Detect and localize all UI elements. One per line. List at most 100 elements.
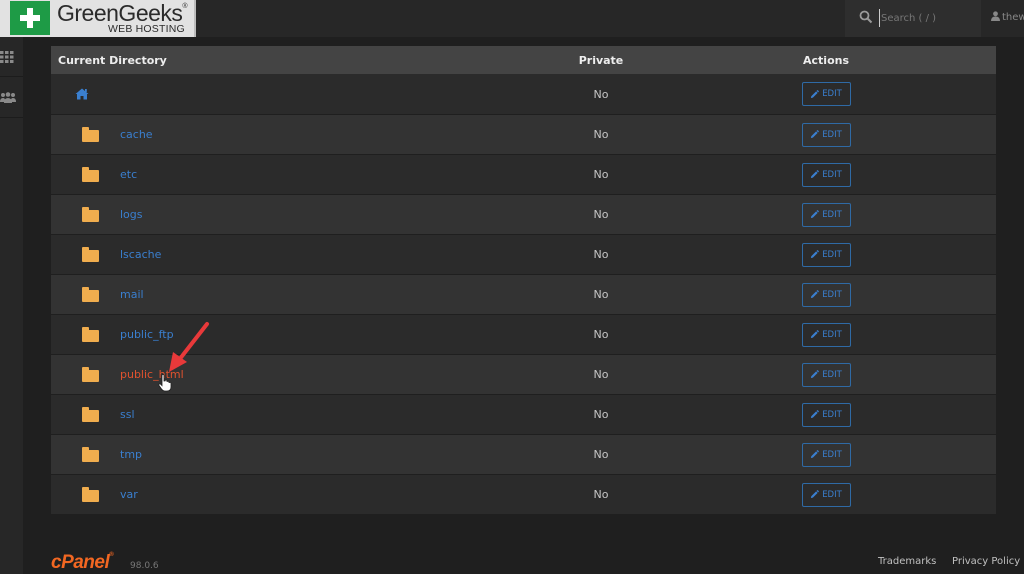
folder-icon: [82, 127, 99, 142]
table-row: tmp No EDIT: [51, 434, 996, 474]
column-header-private: Private: [578, 53, 624, 67]
table-row: public_html No EDIT: [51, 354, 996, 394]
directory-link[interactable]: etc: [120, 168, 137, 181]
edit-button[interactable]: EDIT: [801, 322, 851, 347]
directory-cell: logs: [51, 207, 546, 222]
sidebar-item-tools[interactable]: [0, 37, 23, 77]
directory-cell: public_html: [51, 367, 546, 382]
edit-button[interactable]: EDIT: [801, 242, 851, 267]
table-row: etc No EDIT: [51, 154, 996, 194]
actions-cell: EDIT: [656, 242, 996, 267]
search-box[interactable]: [845, 0, 981, 37]
search-input[interactable]: [879, 9, 975, 27]
directory-link[interactable]: public_ftp: [120, 328, 174, 341]
folder-icon: [82, 367, 99, 382]
directory-link[interactable]: public_html: [120, 368, 184, 381]
user-menu[interactable]: thew: [991, 11, 1024, 23]
private-status: No: [593, 87, 609, 101]
folder-icon: [82, 447, 99, 462]
table-row: mail No EDIT: [51, 274, 996, 314]
edit-button[interactable]: EDIT: [801, 442, 851, 467]
edit-button[interactable]: EDIT: [801, 402, 851, 427]
folder-icon: [82, 247, 99, 262]
edit-label: EDIT: [822, 289, 842, 300]
directory-cell: etc: [51, 167, 546, 182]
table-row: logs No EDIT: [51, 194, 996, 234]
folder-icon: [82, 207, 99, 222]
column-header-actions: Actions: [803, 53, 849, 67]
folder-icon: [82, 407, 99, 422]
sidebar-item-users[interactable]: [0, 78, 23, 118]
pencil-icon: [811, 290, 820, 299]
edit-button[interactable]: EDIT: [801, 362, 851, 387]
cpanel-logo: cPanel®: [51, 552, 114, 573]
directory-cell: ssl: [51, 407, 546, 422]
logo-tagline: WEB HOSTING: [108, 23, 185, 35]
edit-button[interactable]: EDIT: [801, 482, 851, 507]
directory-link[interactable]: logs: [120, 208, 143, 221]
directory-cell: [51, 88, 546, 100]
search-icon: [859, 10, 873, 24]
pencil-icon: [811, 250, 820, 259]
directory-cell: tmp: [51, 447, 546, 462]
directory-link[interactable]: mail: [120, 288, 144, 301]
trademarks-link[interactable]: Trademarks: [878, 556, 936, 567]
table-body: No EDIT cache No EDIT etc No EDIT logs N…: [51, 74, 996, 514]
table-row: lscache No EDIT: [51, 234, 996, 274]
private-status: No: [593, 248, 609, 261]
edit-label: EDIT: [822, 249, 842, 260]
edit-label: EDIT: [822, 369, 842, 380]
table-header: Current Directory Private Actions: [51, 46, 996, 74]
directory-link[interactable]: tmp: [120, 448, 142, 461]
edit-button[interactable]: EDIT: [801, 82, 851, 106]
pencil-icon: [811, 450, 820, 459]
folder-icon: [82, 167, 99, 182]
private-status: No: [593, 488, 609, 501]
edit-button[interactable]: EDIT: [801, 282, 851, 307]
pencil-icon: [811, 370, 820, 379]
table-row: No EDIT: [51, 74, 996, 114]
cpanel-version: 98.0.6: [130, 561, 159, 571]
edit-label: EDIT: [822, 449, 842, 460]
edit-button[interactable]: EDIT: [801, 122, 851, 147]
pencil-icon: [811, 210, 820, 219]
pencil-icon: [811, 170, 820, 179]
actions-cell: EDIT: [656, 82, 996, 106]
table-row: ssl No EDIT: [51, 394, 996, 434]
directory-link[interactable]: var: [120, 488, 138, 501]
directory-cell: cache: [51, 127, 546, 142]
directory-link[interactable]: ssl: [120, 408, 135, 421]
edit-button[interactable]: EDIT: [801, 202, 851, 227]
table-row: var No EDIT: [51, 474, 996, 514]
directory-cell: var: [51, 487, 546, 502]
actions-cell: EDIT: [656, 402, 996, 427]
folder-icon: [82, 487, 99, 502]
folder-icon: [82, 287, 99, 302]
privacy-policy-link[interactable]: Privacy Policy: [952, 556, 1020, 567]
grid-icon: [0, 51, 14, 63]
directory-cell: public_ftp: [51, 327, 546, 342]
edit-label: EDIT: [822, 489, 842, 500]
pencil-icon: [811, 89, 820, 98]
actions-cell: EDIT: [656, 202, 996, 227]
private-status: No: [593, 288, 609, 301]
folder-icon: [82, 327, 99, 342]
edit-button[interactable]: EDIT: [801, 162, 851, 187]
actions-cell: EDIT: [656, 442, 996, 467]
edit-label: EDIT: [822, 329, 842, 340]
users-icon: [0, 92, 16, 103]
user-name: thew: [1002, 12, 1024, 23]
plus-logo-icon: [10, 1, 50, 35]
directory-privacy-table: Current Directory Private Actions No EDI…: [51, 46, 996, 514]
private-status: No: [593, 408, 609, 421]
pencil-icon: [811, 130, 820, 139]
actions-cell: EDIT: [656, 122, 996, 147]
directory-link[interactable]: cache: [120, 128, 153, 141]
greengeeks-logo[interactable]: GreenGeeks® WEB HOSTING: [0, 0, 196, 37]
directory-cell: lscache: [51, 247, 546, 262]
directory-link[interactable]: lscache: [120, 248, 161, 261]
home-icon[interactable]: [75, 88, 89, 100]
user-icon: [991, 11, 1000, 21]
actions-cell: EDIT: [656, 322, 996, 347]
private-status: No: [593, 128, 609, 141]
